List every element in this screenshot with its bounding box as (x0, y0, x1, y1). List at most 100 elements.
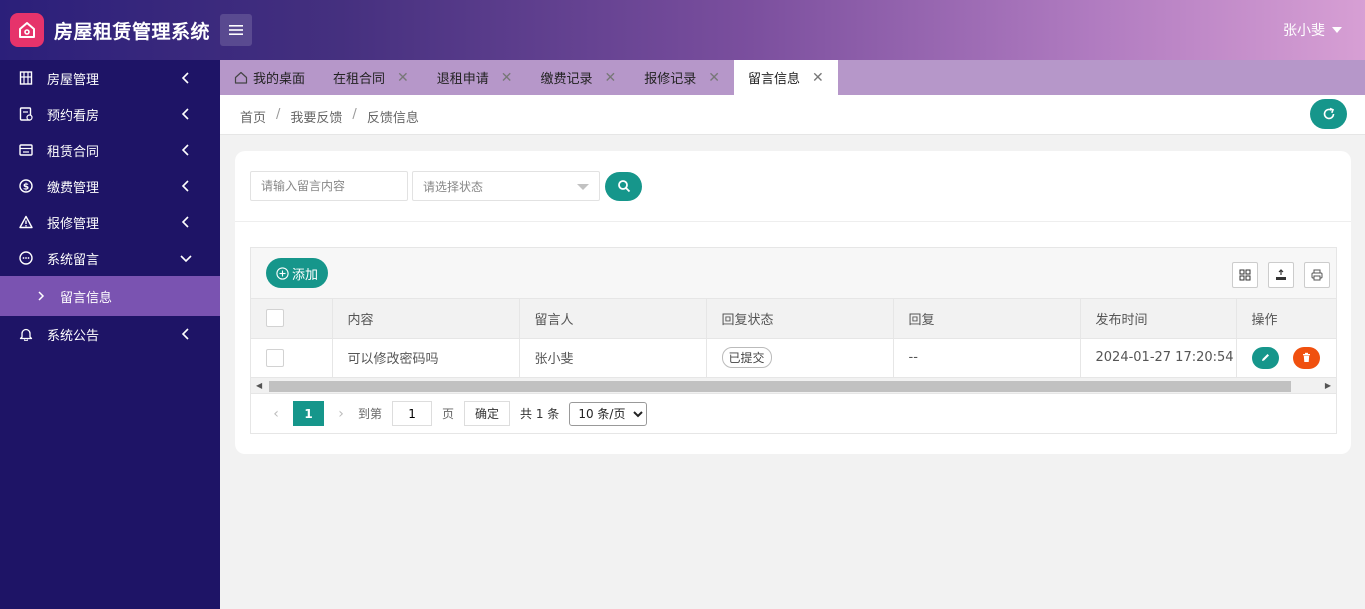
tab-label: 退租申请 (436, 72, 489, 87)
page-size-select[interactable]: 10 条/页 (569, 401, 648, 426)
sidebar-item-contract[interactable]: 租赁合同 (0, 132, 220, 168)
sidebar-item-notice[interactable]: 系统公告 (0, 316, 220, 352)
caret-down-icon (1332, 27, 1342, 33)
search-button[interactable] (605, 171, 642, 201)
tab-active-contract[interactable]: 在租合同 ✕ (319, 60, 423, 95)
chevron-left-icon (181, 144, 189, 156)
tab-label: 报修记录 (644, 72, 697, 87)
sidebar-item-house[interactable]: 房屋管理 (0, 60, 220, 96)
goto-confirm-button[interactable]: 确定 (464, 401, 511, 426)
column-header-status[interactable]: 回复状态 (706, 299, 894, 339)
close-icon[interactable]: ✕ (397, 70, 409, 86)
column-header-time[interactable]: 发布时间 (1080, 299, 1237, 339)
edit-button[interactable] (1251, 346, 1279, 369)
home-icon (19, 22, 35, 38)
goto-label: 到第 (358, 407, 383, 421)
refresh-button[interactable] (1310, 99, 1347, 129)
tab-label: 留言信息 (748, 72, 801, 87)
sidebar-item-label: 预约看房 (47, 108, 100, 124)
message-icon (18, 250, 34, 266)
content-card: 请选择状态 添加 (235, 151, 1351, 454)
sidebar-item-message[interactable]: 系统留言 (0, 240, 220, 276)
breadcrumb-separator: / (276, 107, 281, 122)
status-select-placeholder: 请选择状态 (423, 179, 484, 194)
print-button[interactable] (1304, 262, 1330, 288)
sidebar-item-payment[interactable]: $ 缴费管理 (0, 168, 220, 204)
column-header-content[interactable]: 内容 (332, 299, 520, 339)
breadcrumb-home[interactable]: 首页 (240, 107, 266, 126)
page-unit-label: 页 (442, 407, 455, 421)
tab-label: 我的桌面 (253, 72, 306, 87)
select-all-checkbox[interactable] (266, 309, 284, 328)
tab-label: 在租合同 (333, 72, 386, 87)
table-tools (1232, 262, 1330, 288)
sidebar-item-appointment[interactable]: 预约看房 (0, 96, 220, 132)
breadcrumb-current: 反馈信息 (366, 111, 419, 126)
search-form: 请选择状态 (250, 171, 642, 201)
status-select[interactable]: 请选择状态 (412, 171, 600, 201)
sidebar-item-label: 报修管理 (47, 216, 100, 232)
export-button[interactable] (1268, 262, 1294, 288)
goto-page-input[interactable] (392, 401, 433, 426)
app-title: 房屋租赁管理系统 (54, 21, 211, 43)
close-icon[interactable]: ✕ (812, 70, 824, 86)
breadcrumb-feedback[interactable]: 我要反馈 (290, 107, 342, 126)
add-button-label: 添加 (292, 267, 319, 283)
contract-icon (18, 142, 34, 158)
bell-icon (18, 326, 34, 342)
current-page[interactable]: 1 (293, 401, 324, 426)
tab-desktop[interactable]: 我的桌面 (220, 60, 319, 95)
column-header-author[interactable]: 留言人 (519, 299, 707, 339)
plus-circle-icon (276, 266, 289, 280)
next-page-button[interactable]: › (328, 406, 354, 422)
print-icon (1311, 269, 1323, 281)
cell-content: 可以修改密码吗 (332, 338, 520, 378)
table-row[interactable]: 可以修改密码吗 张小斐 已提交 -- 2024-01-27 17:20:54 (251, 338, 1337, 378)
row-select-cell (251, 338, 333, 378)
user-name: 张小斐 (1283, 23, 1325, 39)
message-content-input[interactable] (250, 171, 408, 201)
close-icon[interactable]: ✕ (708, 70, 720, 86)
tab-repair-record[interactable]: 报修记录 ✕ (630, 60, 734, 95)
chevron-right-icon (38, 291, 45, 301)
prev-page-button[interactable]: ‹ (263, 406, 289, 422)
cell-reply: -- (893, 338, 1081, 378)
user-menu[interactable]: 张小斐 (1283, 20, 1343, 40)
cell-time: 2024-01-27 17:20:54 (1080, 338, 1237, 378)
sidebar-item-label: 缴费管理 (47, 180, 100, 196)
tab-label: 缴费记录 (540, 72, 593, 87)
sidebar-item-label: 系统留言 (47, 252, 100, 268)
scrollbar-thumb[interactable] (269, 380, 1291, 392)
breadcrumb-separator: / (352, 107, 357, 122)
column-header-reply[interactable]: 回复 (893, 299, 1081, 339)
pencil-icon (1261, 354, 1269, 361)
top-header: 房屋租赁管理系统 张小斐 (0, 0, 1365, 60)
close-icon[interactable]: ✕ (605, 70, 617, 86)
trash-icon (1302, 352, 1310, 362)
columns-icon (1239, 269, 1251, 281)
chevron-down-icon (180, 255, 192, 263)
sidebar-subitem-message-info[interactable]: 留言信息 (0, 276, 220, 316)
tab-payment-record[interactable]: 缴费记录 ✕ (527, 60, 631, 95)
search-icon (617, 180, 630, 193)
tab-checkout-request[interactable]: 退租申请 ✕ (423, 60, 527, 95)
sidebar-item-label: 租赁合同 (47, 144, 100, 160)
export-icon (1276, 269, 1286, 280)
sidebar-item-repair[interactable]: 报修管理 (0, 204, 220, 240)
row-checkbox[interactable] (266, 348, 284, 367)
close-icon[interactable]: ✕ (501, 70, 513, 86)
table-header-row: 内容 留言人 回复状态 回复 发布时间 操作 (251, 299, 1337, 339)
caret-down-icon (577, 184, 589, 190)
chevron-left-icon (181, 180, 189, 192)
data-table: 添加 内容 留言人 回复状态 回复 发布时间 操作 可以修改密码吗 张小斐 已提… (250, 247, 1337, 434)
delete-button[interactable] (1292, 346, 1320, 369)
message-table: 内容 留言人 回复状态 回复 发布时间 操作 可以修改密码吗 张小斐 已提交 -… (251, 299, 1337, 378)
home-icon (234, 71, 248, 84)
scroll-left-icon[interactable]: ◀ (256, 381, 262, 390)
columns-filter-button[interactable] (1232, 262, 1258, 288)
tab-message-info[interactable]: 留言信息 ✕ (734, 60, 838, 95)
scroll-right-icon[interactable]: ▶ (1325, 381, 1331, 390)
menu-toggle-button[interactable] (220, 14, 252, 46)
horizontal-scrollbar[interactable]: ◀ ▶ (251, 377, 1336, 394)
add-button[interactable]: 添加 (266, 258, 329, 288)
